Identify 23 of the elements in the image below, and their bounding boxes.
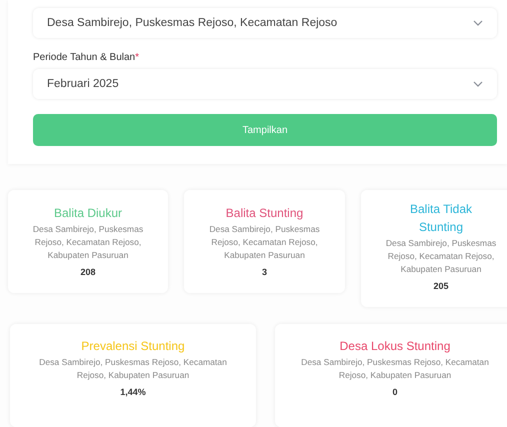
card-value: 3: [260, 267, 268, 277]
field-label: Periode Tahun & Bulan*: [33, 52, 140, 63]
card-location: Desa Sambirejo, Puskesmas Rejoso, Kecamatan Rejoso, Kabupaten Pasuruan: [32, 223, 144, 262]
card-title: Prevalensi Stunting: [80, 338, 186, 355]
card-value: 0: [391, 387, 398, 397]
dropdown-field[interactable]: Februari 2025: [33, 69, 497, 99]
dropdown-value: Desa Sambirejo, Puskesmas Rejoso, Kecamatan Rejoso: [47, 17, 338, 29]
card-location: Desa Sambirejo, Puskesmas Rejoso, Kecamatan Rejoso, Kabupaten Pasuruan: [38, 356, 228, 382]
card-title: Desa Lokus Stunting: [338, 338, 452, 355]
card-location: Desa Sambirejo, Puskesmas Rejoso, Kecamatan Rejoso, Kabupaten Pasuruan: [300, 356, 490, 382]
dropdown-field[interactable]: Desa Sambirejo, Puskesmas Rejoso, Kecamatan Rejoso: [33, 8, 497, 38]
card-title: Balita Diukur: [52, 205, 124, 222]
card-value: 1,44%: [119, 387, 147, 397]
card-location: Desa Sambirejo, Puskesmas Rejoso, Kecamatan Rejoso, Kabupaten Pasuruan: [384, 237, 498, 276]
card-title: Balita Stunting: [224, 205, 304, 222]
dropdown-value: Februari 2025: [47, 78, 119, 90]
required-mark: *: [135, 52, 140, 63]
card-value: 208: [79, 267, 97, 277]
card-value: 205: [432, 281, 450, 291]
card-location: Desa Sambirejo, Puskesmas Rejoso, Kecamatan Rejoso, Kabupaten Pasuruan: [208, 223, 321, 262]
card-title: Balita Tidak Stunting: [408, 201, 474, 236]
chevron-down-icon: [473, 20, 483, 26]
chevron-down-icon: [473, 81, 483, 87]
